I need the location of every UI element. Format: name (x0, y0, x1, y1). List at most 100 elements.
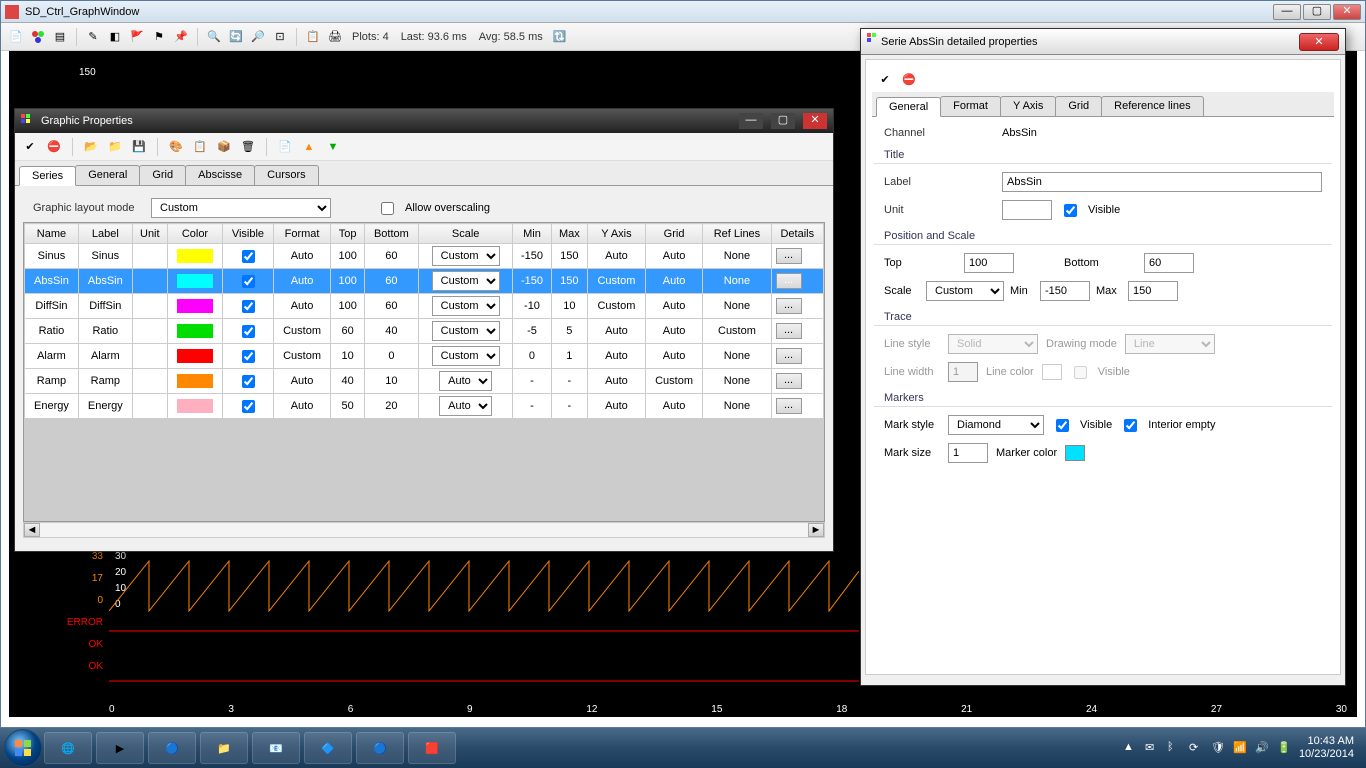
scroll-left[interactable]: ◄ (24, 523, 40, 537)
series-row-ratio[interactable]: RatioRatioCustom6040Custom-55AutoAutoCus… (25, 319, 824, 344)
pencil-icon[interactable]: ✎ (84, 28, 102, 46)
list-icon[interactable]: 📋 (191, 138, 209, 156)
legend-icon[interactable]: ▤ (51, 28, 69, 46)
gp-tab-abscisse[interactable]: Abscisse (185, 165, 255, 185)
col-ref-lines[interactable]: Ref Lines (703, 224, 771, 244)
mark-visible-checkbox[interactable] (1056, 419, 1069, 432)
palette-icon[interactable] (29, 28, 47, 46)
taskbar[interactable]: 🌐 ▶ 🔵 📁 📧 🔷 🔵 🟥 ▲ ✉ ᛒ ⟳ 🛡 📶 🔊 🔋 10:43 AM… (0, 728, 1366, 768)
tray-mail-icon[interactable]: ✉ (1145, 741, 1159, 755)
series-row-diffsin[interactable]: DiffSinDiffSinAuto10060Custom-1010Custom… (25, 294, 824, 319)
pin-icon[interactable]: 📌 (172, 28, 190, 46)
zoom-fit-icon[interactable]: ⊡ (271, 28, 289, 46)
gp-maximize[interactable]: ▢ (771, 113, 795, 129)
min-input[interactable] (1040, 281, 1090, 301)
layout-mode-select[interactable]: Custom (151, 198, 331, 218)
col-scale[interactable]: Scale (418, 224, 513, 244)
col-format[interactable]: Format (273, 224, 331, 244)
gp-minimize[interactable]: — (739, 113, 763, 129)
markcolor-swatch[interactable] (1065, 445, 1085, 461)
detailed-properties-dialog[interactable]: Serie AbsSin detailed properties ✕ ✔ ⛔ G… (860, 28, 1346, 686)
minimize-button[interactable]: — (1273, 4, 1301, 20)
print-icon[interactable]: 🖨 (326, 28, 344, 46)
open-icon[interactable]: 📂 (82, 138, 100, 156)
tray-net-icon[interactable]: 📶 (1233, 741, 1247, 755)
series-row-energy[interactable]: EnergyEnergyAuto5020Auto--AutoAutoNone..… (25, 394, 824, 419)
dp-accept-icon[interactable]: ✔ (876, 70, 894, 88)
gp-h-scrollbar[interactable]: ◄ ► (23, 522, 825, 538)
task-chrome2[interactable]: 🔵 (356, 732, 404, 764)
gp-tab-grid[interactable]: Grid (139, 165, 186, 185)
series-row-abssin[interactable]: AbsSinAbsSinAuto10060Custom-150150Custom… (25, 269, 824, 294)
gp-titlebar[interactable]: Graphic Properties — ▢ ✕ (15, 109, 833, 133)
col-label[interactable]: Label (78, 224, 132, 244)
zoom-reset-icon[interactable]: 🔄 (227, 28, 245, 46)
copy-icon[interactable]: 📋 (304, 28, 322, 46)
task-chrome[interactable]: 🔵 (148, 732, 196, 764)
box-icon[interactable]: 📦 (215, 138, 233, 156)
col-color[interactable]: Color (167, 224, 222, 244)
series-row-alarm[interactable]: AlarmAlarmCustom100Custom01AutoAutoNone.… (25, 344, 824, 369)
maximize-button[interactable]: ▢ (1303, 4, 1331, 20)
unit-input[interactable] (1002, 200, 1052, 220)
tray-vol-icon[interactable]: 🔊 (1255, 741, 1269, 755)
newdoc-icon[interactable]: 📄 (7, 28, 25, 46)
main-titlebar[interactable]: SD_Ctrl_GraphWindow — ▢ ✕ (1, 1, 1365, 23)
dp-tab-format[interactable]: Format (940, 96, 1001, 116)
col-grid[interactable]: Grid (645, 224, 703, 244)
doc-icon[interactable]: 📄 (276, 138, 294, 156)
graphic-properties-dialog[interactable]: Graphic Properties — ▢ ✕ ✔ ⛔ 📂 📁 💾 🎨 📋 📦… (14, 108, 834, 552)
close-button[interactable]: ✕ (1333, 4, 1361, 20)
system-tray[interactable]: ▲ ✉ ᛒ ⟳ 🛡 📶 🔊 🔋 10:43 AM 10/23/2014 (1123, 735, 1362, 761)
task-explorer[interactable]: 📁 (200, 732, 248, 764)
tray-sync-icon[interactable]: ⟳ (1189, 741, 1203, 755)
interior-checkbox[interactable] (1124, 419, 1137, 432)
refresh-icon[interactable]: 🔃 (551, 28, 569, 46)
tray-bat-icon[interactable]: 🔋 (1277, 741, 1291, 755)
zoom-in-icon[interactable]: 🔍 (205, 28, 223, 46)
label-input[interactable] (1002, 172, 1322, 192)
dp-tab-y-axis[interactable]: Y Axis (1000, 96, 1056, 116)
zoom-out-icon[interactable]: 🔎 (249, 28, 267, 46)
palette2-icon[interactable]: 🎨 (167, 138, 185, 156)
scale-select[interactable]: Custom (926, 281, 1004, 301)
col-y-axis[interactable]: Y Axis (588, 224, 646, 244)
down-icon[interactable]: ▼ (324, 138, 342, 156)
gp-close[interactable]: ✕ (803, 113, 827, 129)
col-bottom[interactable]: Bottom (364, 224, 418, 244)
tray-bt-icon[interactable]: ᛒ (1167, 741, 1181, 755)
col-top[interactable]: Top (331, 224, 365, 244)
series-row-sinus[interactable]: SinusSinusAuto10060Custom-150150AutoAuto… (25, 244, 824, 269)
gp-tab-cursors[interactable]: Cursors (254, 165, 319, 185)
col-name[interactable]: Name (25, 224, 79, 244)
dp-cancel-icon[interactable]: ⛔ (900, 70, 918, 88)
flag-orange-icon[interactable]: ⚑ (150, 28, 168, 46)
dp-close[interactable]: ✕ (1299, 33, 1339, 51)
flag-red-icon[interactable]: 🚩 (128, 28, 146, 46)
marksize-input[interactable] (948, 443, 988, 463)
trash-icon[interactable]: 🗑 (239, 138, 257, 156)
up-icon[interactable]: ▲ (300, 138, 318, 156)
max-input[interactable] (1128, 281, 1178, 301)
dp-tab-reference-lines[interactable]: Reference lines (1101, 96, 1203, 116)
start-button[interactable] (4, 729, 42, 767)
col-visible[interactable]: Visible (223, 224, 274, 244)
top-input[interactable] (964, 253, 1014, 273)
col-max[interactable]: Max (551, 224, 588, 244)
accept-icon[interactable]: ✔ (21, 138, 39, 156)
task-app2[interactable]: 🟥 (408, 732, 456, 764)
task-outlook[interactable]: 📧 (252, 732, 300, 764)
task-app1[interactable]: 🔷 (304, 732, 352, 764)
save-icon[interactable]: 💾 (130, 138, 148, 156)
title-visible-checkbox[interactable] (1064, 204, 1077, 217)
col-min[interactable]: Min (513, 224, 551, 244)
bottom-input[interactable] (1144, 253, 1194, 273)
folder-icon[interactable]: 📁 (106, 138, 124, 156)
gp-tab-general[interactable]: General (75, 165, 140, 185)
tray-shield-icon[interactable]: 🛡 (1211, 741, 1225, 755)
dp-tab-general[interactable]: General (876, 97, 941, 117)
gp-tab-series[interactable]: Series (19, 166, 76, 186)
tray-up-icon[interactable]: ▲ (1123, 741, 1137, 755)
task-ie[interactable]: 🌐 (44, 732, 92, 764)
cancel-icon[interactable]: ⛔ (45, 138, 63, 156)
